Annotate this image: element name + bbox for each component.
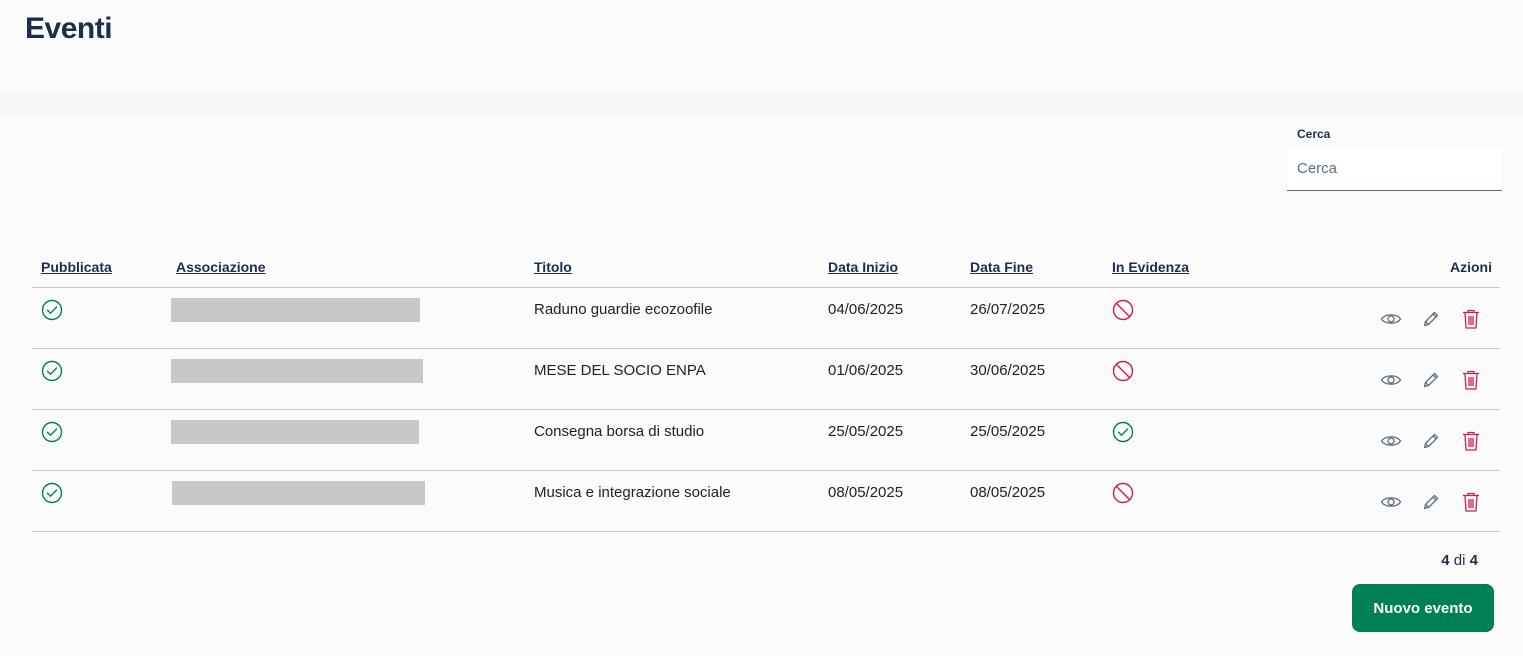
cell-in-evidenza [1112,287,1312,349]
cell-pubblicata [32,287,171,349]
edit-icon[interactable] [1420,491,1442,513]
delete-icon[interactable] [1460,369,1482,391]
table-header-row: Pubblicata Associazione Titolo Data Iniz… [32,246,1500,288]
cell-data-fine: 26/07/2025 [970,287,1112,349]
cell-titolo: Musica e integrazione sociale [534,470,828,532]
check-circle-icon [41,360,63,382]
events-table-wrapper: Pubblicata Associazione Titolo Data Iniz… [32,246,1500,532]
new-event-button[interactable]: Nuovo evento [1352,584,1494,632]
table-body: Raduno guardie ecozoofile 04/06/2025 26/07… [32,287,1500,532]
table-row: Musica e integrazione sociale 08/05/2025 0… [32,470,1500,532]
column-header-data-fine[interactable]: Data Fine [970,246,1112,288]
delete-icon[interactable] [1460,430,1482,452]
cell-data-inizio: 04/06/2025 [828,287,970,349]
cell-azioni [1312,470,1500,532]
start-date: 08/05/2025 [828,484,904,501]
events-table: Pubblicata Associazione Titolo Data Iniz… [32,246,1500,532]
start-date: 01/06/2025 [828,362,904,379]
cell-data-inizio: 08/05/2025 [828,470,970,532]
end-date: 30/06/2025 [970,362,1046,379]
table-row: Consegna borsa di studio 25/05/2025 25/05/… [32,409,1500,471]
cell-associazione [171,470,534,532]
row-actions [1312,349,1500,391]
cell-data-inizio: 01/06/2025 [828,348,970,410]
cell-associazione [171,409,534,471]
check-circle-icon [41,482,63,504]
delete-icon[interactable] [1460,491,1482,513]
edit-icon[interactable] [1420,369,1442,391]
events-page: Eventi Cerca Pubblicata Associazione Tit… [0,0,1523,656]
edit-icon[interactable] [1420,430,1442,452]
cell-data-fine: 25/05/2025 [970,409,1112,471]
search-block: Cerca [1287,127,1502,191]
cell-in-evidenza [1112,409,1312,471]
row-actions [1312,471,1500,513]
cell-associazione [171,287,534,349]
redacted-association-name [172,481,425,505]
ban-icon [1112,360,1134,382]
row-actions [1312,410,1500,452]
view-icon[interactable] [1380,430,1402,452]
column-header-data-inizio[interactable]: Data Inizio [828,246,970,288]
redacted-association-name [171,298,420,322]
end-date: 25/05/2025 [970,423,1046,440]
cell-titolo: Raduno guardie ecozoofile [534,287,828,349]
search-input[interactable] [1287,147,1502,191]
cell-in-evidenza [1112,348,1312,410]
pagination-summary: 4 di 4 [1441,552,1478,569]
event-title: Musica e integrazione sociale [534,484,731,501]
event-title: Consegna borsa di studio [534,423,705,440]
cell-data-fine: 08/05/2025 [970,470,1112,532]
check-circle-icon [1112,421,1134,443]
cell-azioni [1312,287,1500,349]
view-icon[interactable] [1380,308,1402,330]
check-circle-icon [41,299,63,321]
cell-in-evidenza [1112,470,1312,532]
column-header-associazione[interactable]: Associazione [171,246,534,288]
column-header-pubblicata[interactable]: Pubblicata [32,246,171,288]
delete-icon[interactable] [1460,308,1482,330]
cell-titolo: Consegna borsa di studio [534,409,828,471]
edit-icon[interactable] [1420,308,1442,330]
cell-pubblicata [32,348,171,410]
check-circle-icon [41,421,63,443]
end-date: 26/07/2025 [970,301,1046,318]
header-divider-band [0,94,1523,114]
column-header-azioni: Azioni [1312,246,1500,288]
search-label: Cerca [1297,127,1331,141]
pagination-total: 4 [1469,552,1478,569]
ban-icon [1112,299,1134,321]
column-header-titolo[interactable]: Titolo [534,246,828,288]
end-date: 08/05/2025 [970,484,1046,501]
cell-data-fine: 30/06/2025 [970,348,1112,410]
ban-icon [1112,482,1134,504]
view-icon[interactable] [1380,369,1402,391]
column-header-in-evidenza[interactable]: In Evidenza [1112,246,1312,288]
start-date: 25/05/2025 [828,423,904,440]
cell-pubblicata [32,470,171,532]
cell-associazione [171,348,534,410]
cell-titolo: MESE DEL SOCIO ENPA [534,348,828,410]
view-icon[interactable] [1380,491,1402,513]
redacted-association-name [171,420,419,444]
row-actions [1312,288,1500,330]
cell-pubblicata [32,409,171,471]
redacted-association-name [171,359,423,383]
start-date: 04/06/2025 [828,301,904,318]
cell-azioni [1312,348,1500,410]
pagination-separator: di [1453,552,1466,569]
event-title: Raduno guardie ecozoofile [534,301,713,318]
event-title: MESE DEL SOCIO ENPA [534,362,706,379]
cell-data-inizio: 25/05/2025 [828,409,970,471]
table-row: Raduno guardie ecozoofile 04/06/2025 26/07… [32,287,1500,349]
pagination-shown: 4 [1441,552,1450,569]
cell-azioni [1312,409,1500,471]
page-title: Eventi [25,12,113,45]
table-row: MESE DEL SOCIO ENPA 01/06/2025 30/06/2025 [32,348,1500,410]
